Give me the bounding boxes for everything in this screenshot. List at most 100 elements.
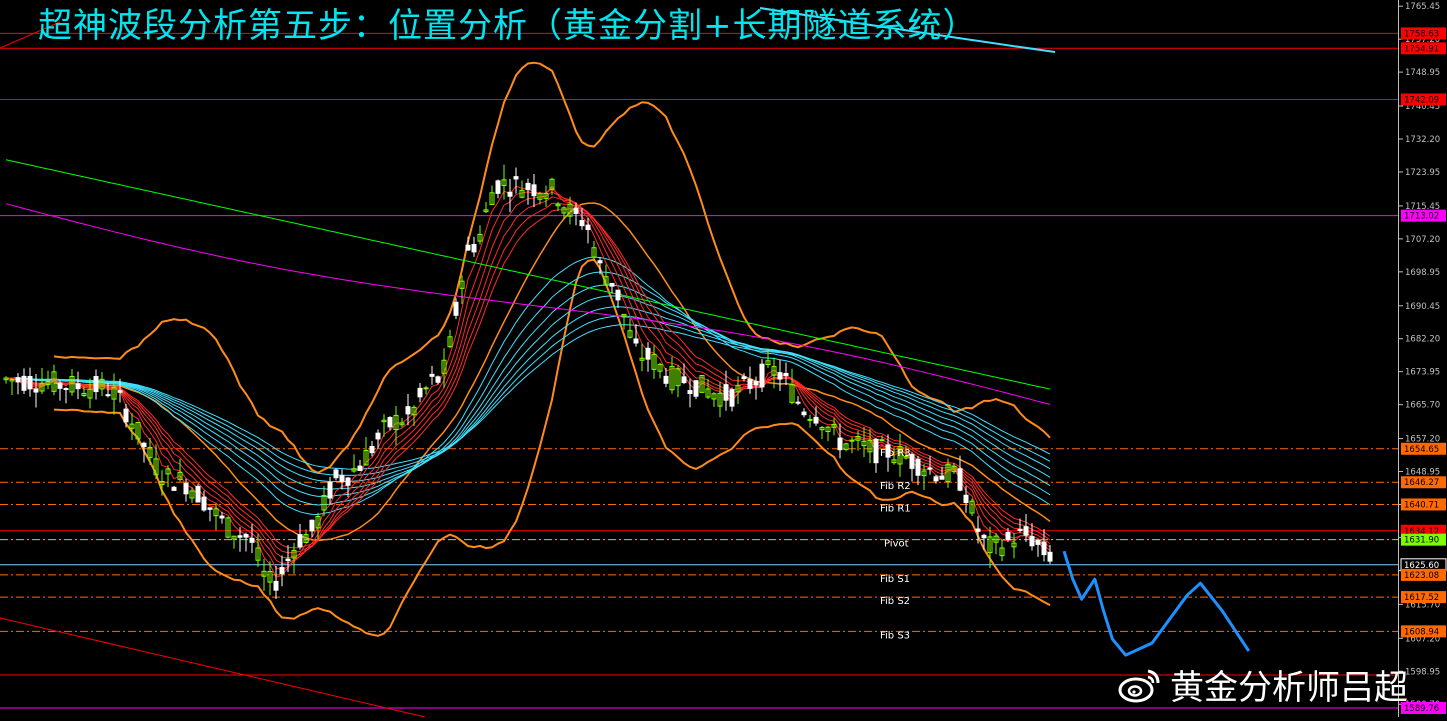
candle-body	[435, 376, 441, 383]
candle-body	[21, 375, 27, 391]
candle-body	[57, 382, 63, 389]
fib-label: Fib S1	[880, 574, 910, 585]
candle-body	[339, 475, 345, 482]
candle-body	[1029, 536, 1035, 547]
bollinger-bands	[53, 61, 1051, 637]
candle-body	[1023, 526, 1029, 536]
candle-body	[573, 207, 579, 214]
candle-body	[417, 387, 423, 398]
candle-body	[729, 389, 735, 407]
fib-labels: Fib R3 Fib R2 Fib R1 Pivot Fib S1 Fib S2 Fib S…	[880, 448, 911, 642]
price-tag-label: 1608.94	[1404, 627, 1439, 637]
candle-body	[759, 363, 765, 388]
candle-body	[513, 176, 519, 180]
candle-body	[837, 437, 843, 451]
candle-body	[369, 445, 375, 454]
trend-line	[0, 617, 426, 717]
candle-body	[471, 244, 477, 253]
candle-body	[927, 467, 933, 470]
chart-title: 超神波段分析第五步：位置分析（黄金分割+长期隧道系统）	[38, 6, 978, 46]
candle-body	[207, 507, 213, 510]
fib-label: Fib S3	[880, 630, 910, 641]
candle-body	[507, 191, 513, 197]
candle-body	[795, 401, 801, 404]
fib-label: Fib R2	[880, 481, 911, 492]
forecast-line	[1062, 550, 1251, 657]
candle-body	[723, 384, 729, 401]
candle-body	[273, 580, 279, 591]
price-tag-label: 1640.71	[1404, 500, 1439, 510]
candle-body	[873, 438, 879, 464]
price-axis: 1765.45 1757.20 1748.95 1740.45 1732.20 1723.…	[1398, 0, 1447, 717]
candle-body	[297, 534, 303, 548]
candle-body	[963, 494, 969, 504]
axis-tick-label: 1723.95	[1405, 168, 1440, 178]
candle-body	[345, 477, 351, 486]
candle-body	[237, 535, 243, 538]
candle-body	[663, 375, 669, 384]
axis-tick-label: 1673.95	[1405, 368, 1440, 378]
candle-body	[645, 347, 651, 360]
candle-body	[879, 439, 885, 442]
candle-body	[975, 528, 981, 532]
candle-body	[1041, 541, 1047, 556]
candle-body	[15, 377, 21, 383]
axis-tick-label: 1665.70	[1405, 401, 1440, 411]
candle-body	[741, 376, 747, 380]
axis-tick-label: 1732.20	[1405, 135, 1440, 145]
axis-tick-label: 1765.45	[1405, 2, 1440, 12]
candle-body	[807, 418, 813, 421]
candle-body	[525, 182, 531, 191]
price-tag-label: 1758.63	[1404, 29, 1439, 39]
fib-label: Fib R1	[880, 503, 911, 514]
candle-body	[753, 381, 759, 386]
candle-body	[465, 244, 471, 251]
price-tag-label: 1623.08	[1404, 571, 1439, 581]
candle-body	[813, 416, 819, 424]
axis-tick-label: 1748.95	[1405, 68, 1440, 78]
price-chart: Fib R3 Fib R2 Fib R1 Pivot Fib S1 Fib S2 Fib S…	[0, 7, 1398, 717]
price-tag-label: 1654.65	[1404, 445, 1439, 455]
price-tag-label: 1754.91	[1404, 44, 1439, 54]
candle-body	[531, 184, 537, 197]
candle-body	[429, 373, 435, 377]
candle-body	[933, 476, 939, 482]
candle-body	[123, 408, 129, 423]
price-tag-label: 1631.90	[1404, 536, 1439, 546]
watermark: 黄金分析师吕超	[1118, 660, 1408, 709]
axis-tick-label: 1707.20	[1405, 235, 1440, 245]
candle-body	[495, 180, 501, 194]
candle-body	[387, 417, 393, 428]
candle-body	[585, 224, 591, 231]
price-tag-label: 1617.52	[1404, 593, 1439, 603]
ma-long	[5, 284, 1051, 497]
axis-tick-label: 1698.95	[1405, 268, 1440, 278]
candle-body	[33, 388, 39, 393]
ma-ribbons	[5, 159, 1051, 578]
fib-label: Fib S2	[880, 596, 910, 607]
horizontal-levels	[0, 7, 1398, 717]
candle-body	[27, 376, 33, 390]
candle-body	[681, 376, 687, 384]
candle-body	[249, 537, 255, 543]
candle-body	[1047, 551, 1053, 562]
ma-short	[5, 208, 1051, 549]
candle-body	[783, 372, 789, 377]
candle-body	[453, 301, 459, 316]
ma-short	[5, 185, 1051, 578]
candle-body	[915, 458, 921, 476]
candle-body	[957, 468, 963, 491]
candle-body	[579, 220, 585, 227]
candle-body	[141, 442, 147, 448]
candle-body	[333, 469, 339, 479]
candle-body	[183, 482, 189, 495]
candle-body	[693, 380, 699, 397]
fib-label: Pivot	[884, 539, 909, 550]
watermark-text: 黄金分析师吕超	[1170, 668, 1408, 708]
price-tag-label: 1589.76	[1404, 704, 1439, 714]
price-tag-label: 1742.09	[1404, 96, 1439, 106]
candle-body	[195, 485, 201, 503]
candle-body	[615, 289, 621, 301]
price-tag-label: 1646.27	[1404, 478, 1439, 488]
axis-tick-label: 1598.95	[1405, 667, 1440, 677]
